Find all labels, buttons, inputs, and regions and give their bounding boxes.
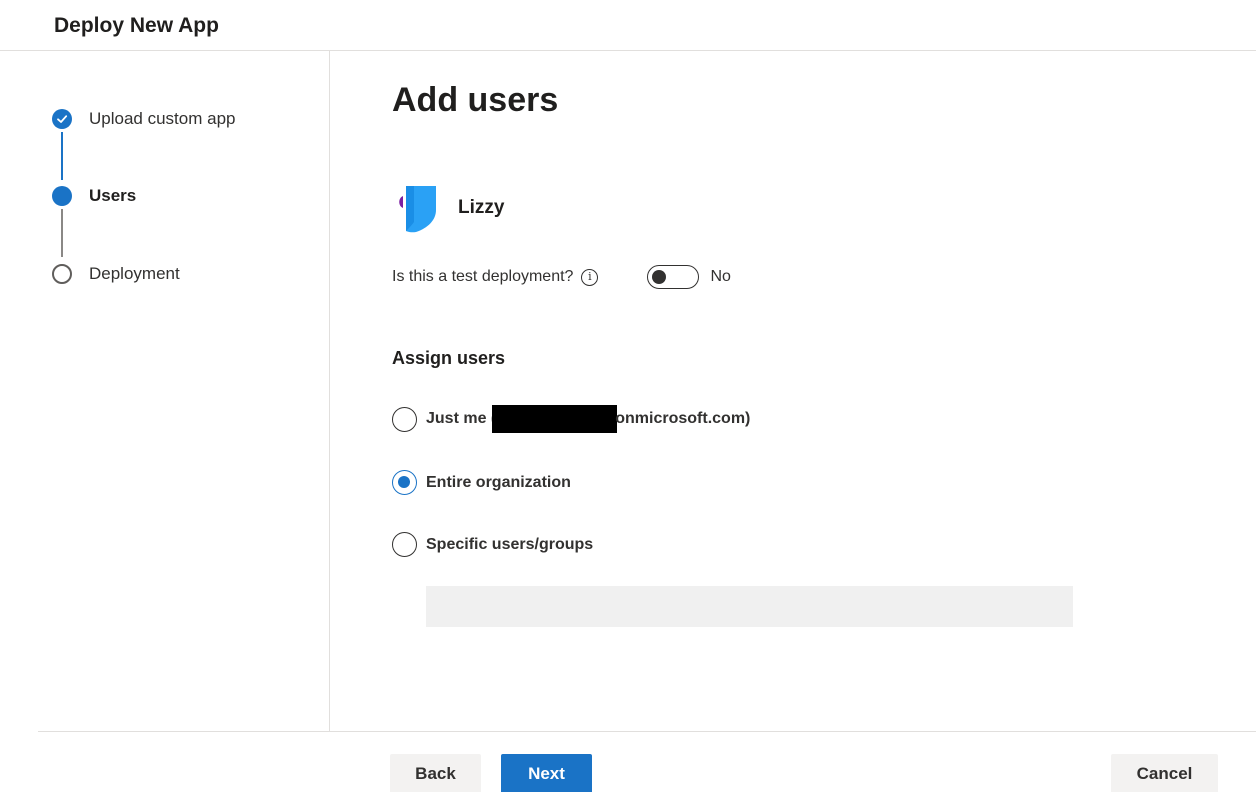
step-label: Deployment [89, 264, 180, 283]
info-icon[interactable]: i [581, 268, 599, 286]
radio-label: Specific users/groups [426, 535, 594, 553]
step-label: Upload custom app [89, 109, 236, 128]
radio-label-suffix: onmicrosoft.com) [615, 410, 751, 428]
user-group-picker-input[interactable] [426, 586, 1073, 627]
test-deployment-question: Is this a test deployment? [392, 268, 574, 285]
radio-button[interactable] [392, 532, 417, 557]
radio-option-just-me[interactable]: Just me ( onmicrosoft.com) [392, 405, 750, 433]
radio-label: Entire organization [426, 473, 571, 491]
step-connector [61, 209, 63, 257]
step-label: Users [89, 186, 137, 205]
step-upload-custom-app: Upload custom app [52, 108, 235, 130]
radio-button[interactable] [392, 406, 417, 432]
step-deployment: Deployment [52, 263, 180, 285]
header: Deploy New App [0, 0, 1256, 51]
checkmark-icon [52, 109, 72, 129]
app-name: Lizzy [458, 197, 505, 218]
dialog-title: Deploy New App [54, 14, 219, 37]
back-button[interactable]: Back [390, 754, 481, 792]
cancel-button[interactable]: Cancel [1111, 754, 1218, 792]
next-button[interactable]: Next [501, 754, 592, 792]
main-panel: Add users Lizzy Is this a test deploymen… [331, 51, 1256, 731]
page-title: Add users [392, 81, 559, 119]
radio-button[interactable] [392, 470, 417, 495]
radio-option-specific-users[interactable]: Specific users/groups [392, 532, 593, 557]
pending-step-circle-icon [52, 264, 72, 284]
radio-option-entire-organization[interactable]: Entire organization [392, 470, 571, 495]
redacted-email [492, 405, 618, 433]
test-deployment-row: Is this a test deployment? i No [392, 265, 731, 289]
step-connector [61, 132, 63, 180]
app-logo-icon [392, 182, 440, 234]
current-step-dot-icon [52, 186, 72, 206]
toggle-state-label: No [710, 268, 731, 285]
step-users: Users [52, 185, 136, 207]
step-sidebar: Upload custom app Users Deployment [0, 51, 330, 731]
app-info: Lizzy [392, 182, 504, 234]
footer-divider [38, 731, 1256, 732]
test-deployment-toggle[interactable] [647, 265, 700, 289]
toggle-knob [652, 270, 667, 284]
assign-users-title: Assign users [392, 348, 506, 368]
radio-label-prefix: Just me ( [426, 410, 497, 428]
radio-label: Just me ( onmicrosoft.com) [426, 405, 750, 433]
